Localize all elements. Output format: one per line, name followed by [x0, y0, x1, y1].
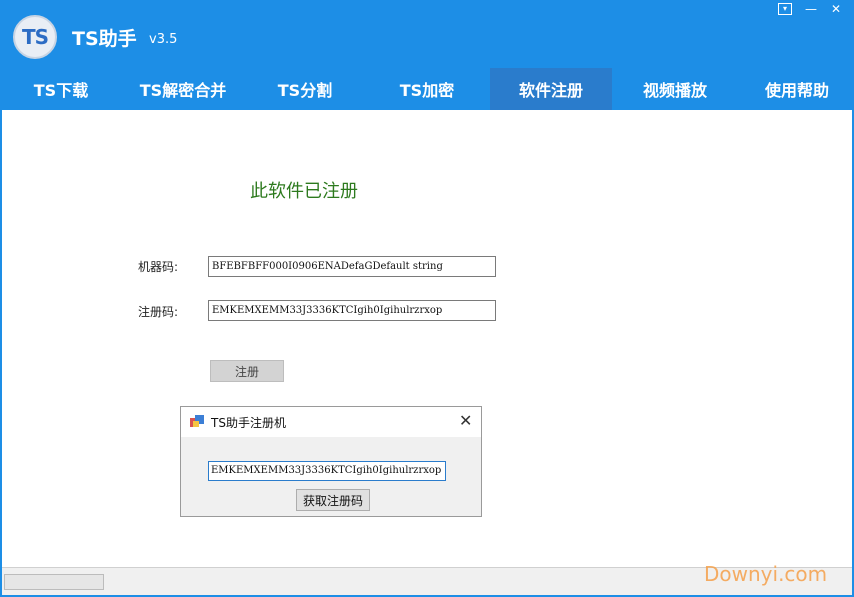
get-reg-code-label: 获取注册码 [302, 493, 363, 508]
main-nav: TS下载 TS解密合并 TS分割 TS加密 软件注册 视频播放 使用帮助 [0, 68, 854, 110]
tab-label: 软件注册 [518, 81, 583, 100]
tab-ts-download[interactable]: TS下载 [0, 68, 122, 110]
app-window-icon [190, 415, 204, 427]
dialog-titlebar: TS助手注册机 ✕ [181, 407, 481, 437]
tab-ts-split[interactable]: TS分割 [244, 68, 366, 110]
tab-ts-decrypt-merge[interactable]: TS解密合并 [122, 68, 244, 110]
get-reg-code-button[interactable]: 获取注册码 [296, 489, 370, 511]
close-icon[interactable]: ✕ [829, 3, 843, 15]
tab-video-playback[interactable]: 视频播放 [614, 68, 736, 110]
tab-ts-encrypt[interactable]: TS加密 [366, 68, 488, 110]
minimize-icon[interactable]: — [804, 3, 818, 15]
machine-code-field[interactable]: BFEBFBFF000I0906ENADefaGDefault string [208, 256, 496, 277]
app-name: TS助手 [72, 28, 137, 50]
title-bar: TS TS助手 v3.5 ▾ — ✕ [0, 0, 854, 68]
progress-bar [4, 574, 104, 590]
app-logo: TS [13, 15, 57, 59]
tab-software-registration[interactable]: 软件注册 [490, 68, 612, 110]
registration-panel: 此软件已注册 机器码: BFEBFBFF000I0906ENADefaGDefa… [2, 110, 852, 567]
tab-help[interactable]: 使用帮助 [736, 68, 854, 110]
tab-label: 使用帮助 [764, 81, 829, 100]
dialog-code-field[interactable]: EMKEMXEMM33J3336KTCIgih0Igihulrzrxop [208, 461, 446, 481]
tab-label: TS解密合并 [139, 81, 227, 100]
reg-code-label: 注册码: [138, 305, 179, 319]
register-button[interactable]: 注册 [210, 360, 284, 382]
machine-code-label: 机器码: [138, 260, 179, 274]
reg-code-field[interactable]: EMKEMXEMM33J3336KTCIgih0Igihulrzrxop [208, 300, 496, 321]
tab-label: TS加密 [399, 81, 455, 100]
watermark: Downyi.com [704, 562, 828, 586]
tab-label: TS分割 [277, 81, 333, 100]
logo-text: TS [21, 25, 49, 49]
dropdown-box-icon[interactable]: ▾ [778, 3, 792, 15]
register-button-label: 注册 [234, 364, 259, 379]
keygen-dialog: TS助手注册机 ✕ EMKEMXEMM33J3336KTCIgih0Igihul… [180, 406, 482, 517]
dialog-title: TS助手注册机 [211, 416, 286, 430]
tab-label: 视频播放 [642, 81, 707, 100]
registration-status: 此软件已注册 [250, 181, 358, 202]
tab-label: TS下载 [33, 81, 89, 100]
app-version: v3.5 [149, 32, 178, 47]
dialog-close-icon[interactable]: ✕ [459, 412, 472, 430]
